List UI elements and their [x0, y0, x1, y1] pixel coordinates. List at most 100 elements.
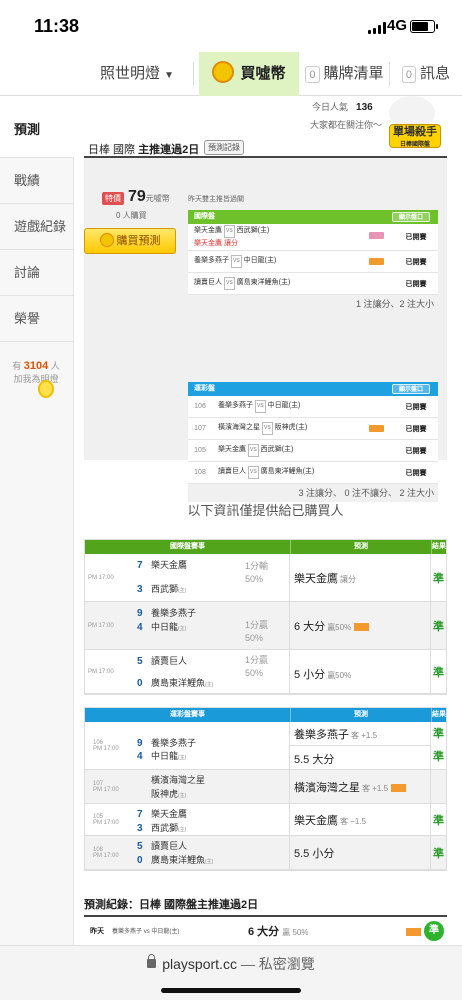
- sidebar-item-honor[interactable]: 榮譽: [0, 296, 73, 342]
- show-odds-button[interactable]: 顯示盤口: [391, 384, 430, 394]
- online-count[interactable]: 有 3104 人 加我為明燈: [6, 360, 66, 386]
- badge-label: 單場殺手: [393, 126, 437, 138]
- online-suffix: 人: [50, 361, 60, 371]
- game-time: PM 17:00: [93, 745, 119, 752]
- teams: 5 讀賣巨人 0 廣島東洋鯉魚(主): [133, 836, 290, 869]
- pred-sub: 客 +1.5: [362, 784, 389, 793]
- badge-sub: 日棒國際盤: [399, 142, 430, 148]
- prediction: 5 小分 贏50%: [290, 650, 431, 693]
- table-row: PM 17:00 9 養樂多燕子 4 中日龍(主) 1分贏 50% 6 大分 贏50%…: [85, 602, 446, 650]
- url-display[interactable]: playsport.cc — 私密瀏覽: [0, 954, 462, 974]
- record-row: 昨天 養樂多燕子 vs 中日龍(主) 6 大分 贏 50% 準: [84, 915, 447, 945]
- team-away: 養樂多燕子: [218, 402, 253, 409]
- col-games: 運彩盤賽事: [170, 711, 205, 718]
- prediction: 5.5 小分: [290, 836, 431, 869]
- table-row: 養樂多燕子 VS 中日龍(主) 已開賽: [188, 251, 438, 273]
- hot-icon: [369, 258, 384, 265]
- col-games: 國際盤賽事: [170, 543, 205, 550]
- pred-text: 5 小分 贏50%: [294, 666, 351, 682]
- table-row: 106 PM 17:00 9 養樂多燕子 4 中日龍(主) 養樂多燕子客 +1.5 5…: [85, 722, 446, 770]
- prediction: 樂天金鷹 讓分: [290, 554, 431, 601]
- game-number: 107: [194, 425, 206, 432]
- popularity: 今日人氣 136: [312, 100, 373, 113]
- game-status: 已開賽: [405, 258, 427, 266]
- pred-text: 樂天金鷹客 −1.5: [294, 812, 366, 828]
- result-badge: 準: [433, 847, 444, 860]
- pred-label: 橫濱海灣之星: [294, 782, 360, 794]
- cart-count: 0: [305, 65, 320, 83]
- nav-lamp-dropdown[interactable]: 照世明燈 ▼: [85, 52, 189, 96]
- prediction: 樂天金鷹客 −1.5: [290, 804, 431, 835]
- record-tag-button[interactable]: 預測記錄: [204, 140, 244, 155]
- intl-table-header: 國際盤 顯示盤口: [188, 210, 438, 224]
- prediction-title: 日棒 國際 主推連過2日: [88, 141, 199, 157]
- team-name: 讀賣巨人: [151, 656, 188, 666]
- score: 0: [137, 678, 143, 689]
- col-result: 結果: [431, 540, 446, 554]
- home-indicator[interactable]: [161, 988, 301, 993]
- teams: 9 養樂多燕子 4 中日龍(主): [133, 722, 290, 769]
- table-row: 106 養樂多燕子 VS 中日龍(主) 已開賽: [188, 396, 438, 418]
- price: 特價 79元噓幣: [102, 188, 170, 206]
- pred-text: 養樂多燕子客 +1.5: [294, 726, 377, 742]
- home-tag: (主): [205, 859, 214, 865]
- result-cell: 準準: [431, 722, 446, 769]
- game-meta: 106 PM 17:00: [85, 722, 133, 769]
- vs-label: vs: [143, 929, 150, 935]
- game-status: 已開賽: [405, 234, 427, 241]
- score: 5: [137, 841, 143, 852]
- pred-label: 6 大分: [294, 621, 326, 633]
- show-odds-button[interactable]: 顯示盤口: [391, 212, 430, 222]
- home-tag: (主): [178, 588, 187, 594]
- pred-text: 5.5 小分: [294, 845, 336, 861]
- nav-lamp-label: 照世明燈: [99, 65, 160, 82]
- nav-messages[interactable]: 0 訊息: [390, 52, 462, 96]
- price-unit: 元噓幣: [145, 194, 170, 203]
- score: 7: [137, 809, 143, 820]
- team-away: 5 讀賣巨人: [137, 839, 187, 852]
- result-badge: 準: [433, 727, 444, 740]
- record-title: 預測紀錄：日棒 國際盤主推連過2日: [84, 899, 259, 911]
- team-name: 讀賣巨人: [151, 841, 188, 851]
- nav-buy-coins[interactable]: 買噓幣: [199, 52, 299, 96]
- network-type: 4G: [387, 17, 408, 34]
- team-name: 中日龍: [151, 622, 179, 632]
- coin-icon: [99, 233, 114, 248]
- clock: 11:38: [34, 16, 80, 36]
- sidebar-item-predict[interactable]: 預測: [0, 96, 74, 158]
- record-day: 昨天: [90, 928, 104, 935]
- msg-count: 0: [401, 65, 417, 83]
- team-name: 樂天金鷹: [151, 809, 188, 819]
- team-home: 廣島東洋鯉魚(主): [260, 468, 315, 475]
- sale-tag: 特價: [102, 192, 124, 205]
- buyer-count: 0 人購買: [116, 211, 147, 220]
- table-row: 108 讀賣巨人 VS 廣島東洋鯉魚(主) 已開賽: [188, 462, 438, 484]
- sidebar-item-discuss[interactable]: 討論: [0, 250, 73, 296]
- vs-label: VS: [262, 422, 273, 435]
- score: 3: [137, 823, 143, 834]
- record-match: 養樂多燕子 vs 中日龍(主): [112, 926, 179, 935]
- pred-sub: 贏 50%: [282, 928, 309, 937]
- odds: 1分贏 50%: [245, 620, 269, 643]
- match: 養樂多燕子 VS 中日龍(主): [188, 255, 394, 268]
- result-badge: 準: [433, 572, 444, 585]
- buy-prediction-button[interactable]: 購買預測: [84, 228, 176, 254]
- nav-cart[interactable]: 0 購牌清單: [300, 52, 389, 96]
- game-status: 已開賽: [405, 403, 427, 411]
- sidebar-item-record[interactable]: 戰績: [0, 158, 73, 204]
- table-row: 108 PM 17:00 5 讀賣巨人 0 廣島東洋鯉魚(主) 5.5 小分 準: [85, 836, 446, 870]
- hot-icon: [406, 928, 421, 936]
- lottery-table-header: 運彩盤 顯示盤口: [188, 382, 438, 396]
- vs-label: VS: [224, 277, 235, 290]
- team-name: 西武獅: [151, 584, 179, 594]
- table-row: 樂天金鷹 VS 西武獅(主) 樂天金鷹 讓分 已開賽: [188, 224, 438, 251]
- team-home: 3 西武獅(主): [137, 821, 186, 834]
- team-name: 養樂多燕子: [151, 608, 197, 618]
- team-away: 9 養樂多燕子: [137, 606, 196, 619]
- pred-sub: 贏50%: [327, 671, 352, 680]
- nav-buy-label: 買噓幣: [240, 65, 286, 82]
- browser-url-bar[interactable]: playsport.cc — 私密瀏覽: [0, 945, 462, 1000]
- sidebar-item-game-log[interactable]: 遊戲紀錄: [0, 204, 73, 250]
- team-name: 廣島東洋鯉魚: [151, 855, 206, 865]
- table-row: PM 17:00 7 樂天金鷹 3 西武獅(主) 1分輸 50% 樂天金鷹 讓分 準: [85, 554, 446, 602]
